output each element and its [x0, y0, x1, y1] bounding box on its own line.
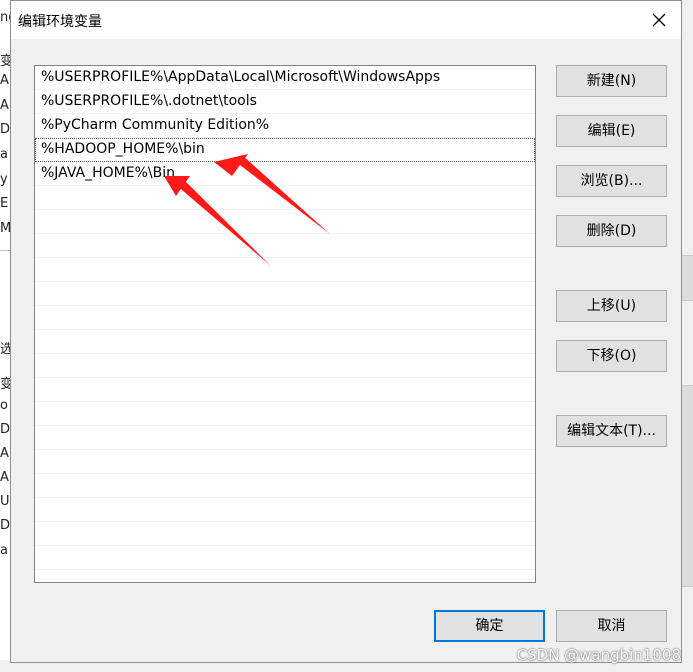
move-down-button[interactable]: 下移(O) [556, 340, 667, 372]
background-scrollbar-segment [681, 255, 693, 301]
browse-button[interactable]: 浏览(B)... [556, 165, 667, 197]
edit-text-button[interactable]: 编辑文本(T)... [556, 415, 667, 447]
watermark: CSDN @wangbin1008 [516, 646, 681, 664]
empty-row[interactable] [35, 402, 535, 426]
dialog-title: 编辑环境变量 [18, 14, 102, 30]
background-text: 选 [0, 342, 10, 357]
background-text: 变 [0, 377, 10, 392]
background-text: M [0, 221, 10, 236]
background-text: y [0, 172, 8, 187]
edit-button[interactable]: 编辑(E) [556, 115, 667, 147]
empty-row[interactable] [35, 570, 535, 582]
background-text: A [0, 470, 9, 485]
background-text: DS [0, 518, 10, 533]
background-divider [0, 250, 10, 251]
empty-row[interactable] [35, 210, 535, 234]
empty-row[interactable] [35, 426, 535, 450]
ok-button[interactable]: 确定 [434, 610, 545, 642]
empty-row[interactable] [35, 330, 535, 354]
empty-row[interactable] [35, 546, 535, 570]
background-text: ng [0, 10, 10, 25]
edit-env-var-dialog: 编辑环境变量 %USERPROFILE%\AppData\Local\Micro… [10, 0, 682, 663]
empty-row[interactable] [35, 282, 535, 306]
path-list[interactable]: %USERPROFILE%\AppData\Local\Microsoft\Wi… [34, 65, 536, 583]
list-item-selected[interactable]: %HADOOP_HOME%\bin [35, 138, 535, 162]
empty-row[interactable] [35, 498, 535, 522]
cancel-button[interactable]: 取消 [556, 610, 667, 642]
list-item[interactable]: %USERPROFILE%\AppData\Local\Microsoft\Wi… [35, 66, 535, 90]
background-text: a [0, 147, 8, 162]
new-button[interactable]: 新建(N) [556, 65, 667, 97]
empty-row[interactable] [35, 474, 535, 498]
background-text: A [0, 446, 9, 461]
background-text: A [0, 98, 9, 113]
empty-row[interactable] [35, 354, 535, 378]
background-scrollbar-segment [681, 385, 693, 587]
empty-row[interactable] [35, 522, 535, 546]
background-text: o [0, 398, 8, 413]
list-item[interactable]: %PyCharm Community Edition% [35, 114, 535, 138]
background-text: A [0, 73, 9, 88]
background-text: U [0, 494, 10, 509]
empty-row[interactable] [35, 234, 535, 258]
background-text: a [0, 543, 8, 558]
delete-button[interactable]: 删除(D) [556, 215, 667, 247]
list-item[interactable]: %USERPROFILE%\.dotnet\tools [35, 90, 535, 114]
empty-row[interactable] [35, 186, 535, 210]
list-item[interactable]: %JAVA_HOME%\Bin [35, 162, 535, 186]
close-icon [652, 13, 666, 27]
empty-row[interactable] [35, 450, 535, 474]
close-button[interactable] [645, 6, 673, 34]
background-text: Dr [0, 122, 10, 137]
background-text: 变 [0, 54, 10, 69]
title-bar[interactable]: 编辑环境变量 [11, 1, 681, 39]
background-text: E [0, 196, 9, 211]
empty-row[interactable] [35, 378, 535, 402]
empty-row[interactable] [35, 258, 535, 282]
background-text: Dr [0, 422, 10, 437]
empty-row[interactable] [35, 306, 535, 330]
move-up-button[interactable]: 上移(U) [556, 290, 667, 322]
